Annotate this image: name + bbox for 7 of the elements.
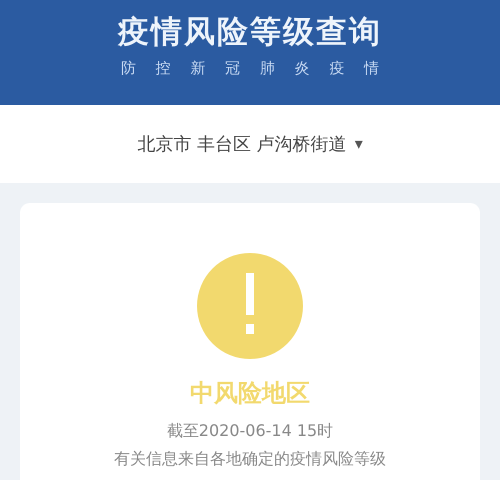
update-time: 截至2020-06-14 15时	[166, 420, 334, 442]
location-selector[interactable]: 北京市 丰台区 卢沟桥街道	[137, 130, 347, 158]
page-title: 疫情风险等级查询	[116, 14, 383, 52]
source-note: 有关信息来自各地确定的疫情风险等级	[113, 448, 387, 470]
subtitle: 防 控 新 冠 肺 炎 疫 情	[120, 58, 380, 80]
caret-icon[interactable]: ▾	[354, 132, 363, 156]
risk-level: 中风险地区	[189, 378, 311, 409]
